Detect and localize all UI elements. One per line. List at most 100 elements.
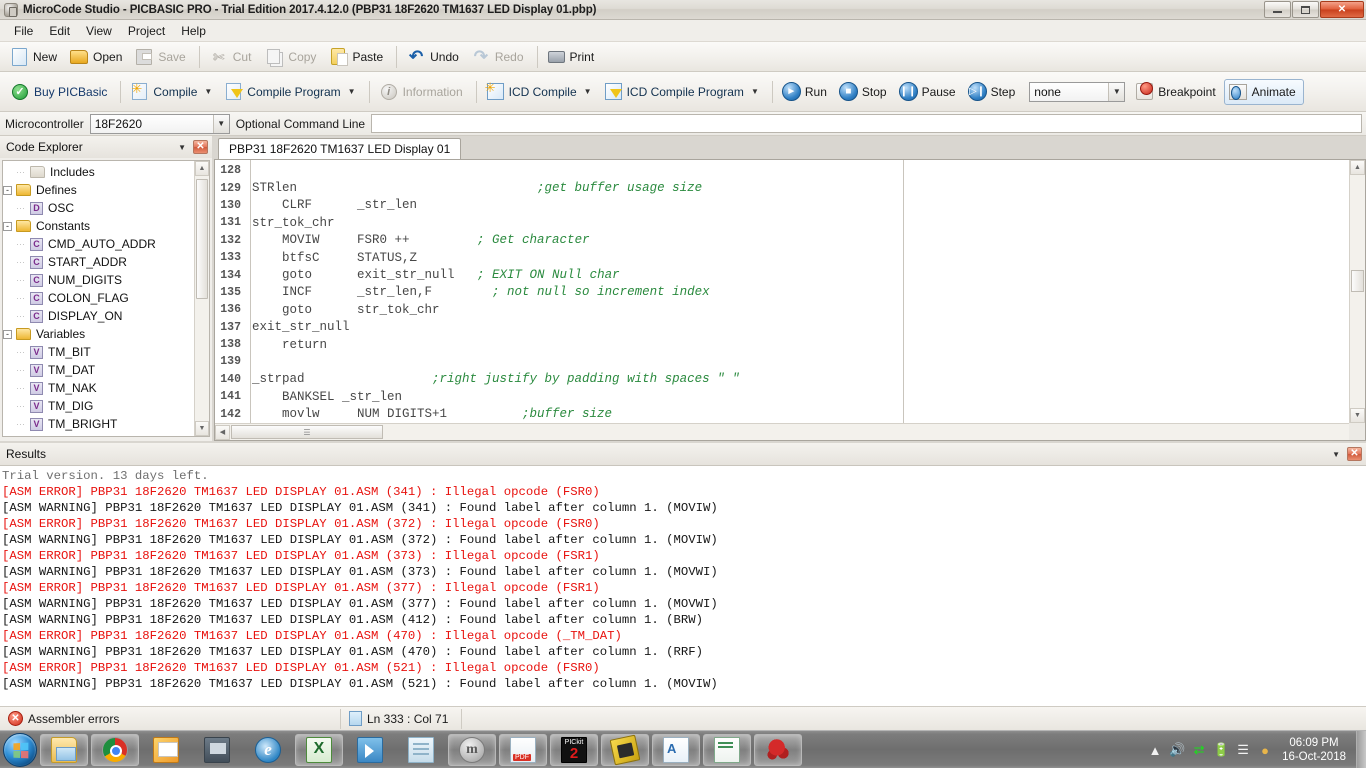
- compile-button[interactable]: Compile ▼: [126, 79, 220, 105]
- copy-button[interactable]: Copy: [259, 44, 324, 70]
- maximize-button[interactable]: [1292, 1, 1319, 18]
- taskbar-item-file-manager[interactable]: [703, 734, 751, 766]
- scrollbar-thumb[interactable]: [1351, 270, 1364, 292]
- tree-item[interactable]: -Defines: [3, 181, 193, 199]
- network-icon[interactable]: ⇄: [1188, 731, 1210, 768]
- tree-item[interactable]: ···CNUM_DIGITS: [3, 271, 193, 289]
- icd-compile-button[interactable]: ICD Compile ▼: [482, 79, 600, 105]
- undo-button[interactable]: ↶ Undo: [402, 44, 467, 70]
- taskbar-item-notepad[interactable]: [397, 734, 445, 766]
- tree-expander[interactable]: -: [3, 186, 12, 195]
- chevron-down-icon[interactable]: ▼: [213, 115, 229, 133]
- scroll-left-arrow-icon[interactable]: ◀: [215, 425, 230, 440]
- step-button[interactable]: ▷❙ Step: [964, 79, 1024, 105]
- menu-item-help[interactable]: Help: [173, 22, 214, 40]
- breakpoint-button[interactable]: Breakpoint: [1131, 79, 1223, 105]
- panel-menu-icon[interactable]: ▼: [178, 143, 186, 152]
- step-mode-select[interactable]: none ▼: [1029, 82, 1125, 102]
- results-output[interactable]: Trial version. 13 days left.[ASM ERROR] …: [0, 465, 1366, 706]
- print-button[interactable]: Print: [543, 44, 603, 70]
- tree-item[interactable]: ···VTM_DIG: [3, 397, 193, 415]
- run-button[interactable]: ► Run: [778, 79, 835, 105]
- chevron-down-icon[interactable]: ▼: [204, 87, 212, 96]
- code-editor[interactable]: 128129STRlen ;get buffer usage size130 C…: [214, 159, 1366, 441]
- compile-program-button[interactable]: Compile Program ▼: [220, 79, 363, 105]
- save-button[interactable]: Save: [130, 44, 193, 70]
- taskbar-item-pdf-reader[interactable]: [499, 734, 547, 766]
- information-button[interactable]: i Information: [375, 79, 471, 105]
- scroll-up-arrow-icon[interactable]: ▲: [195, 161, 209, 176]
- new-button[interactable]: New: [6, 44, 65, 70]
- start-button[interactable]: [3, 733, 37, 767]
- taskbar-item-mikro-app[interactable]: m: [448, 734, 496, 766]
- scrollbar-thumb[interactable]: ☰: [231, 425, 383, 439]
- volume-icon[interactable]: 🔊: [1166, 731, 1188, 768]
- code-explorer-tree[interactable]: ···Includes-Defines···DOSC-Constants···C…: [2, 160, 210, 437]
- code-explorer-close-button[interactable]: ✕: [193, 140, 208, 154]
- open-button[interactable]: Open: [65, 44, 130, 70]
- menu-item-project[interactable]: Project: [120, 22, 173, 40]
- animate-button[interactable]: Animate: [1224, 79, 1304, 105]
- results-close-button[interactable]: ✕: [1347, 447, 1362, 461]
- icd-compile-program-button[interactable]: ICD Compile Program ▼: [600, 79, 767, 105]
- optional-command-line-input[interactable]: [371, 114, 1362, 133]
- code-explorer-scrollbar[interactable]: ▲ ▼: [194, 161, 209, 436]
- scrollbar-thumb[interactable]: [196, 179, 208, 299]
- cut-button[interactable]: ✄ Cut: [205, 44, 260, 70]
- tree-expander[interactable]: -: [3, 222, 12, 231]
- tree-item[interactable]: ···CCOLON_FLAG: [3, 289, 193, 307]
- menu-item-edit[interactable]: Edit: [41, 22, 78, 40]
- taskbar-item-chip-programmer[interactable]: [601, 734, 649, 766]
- redo-button[interactable]: ↷ Redo: [467, 44, 532, 70]
- tree-item[interactable]: ···VTM_BIT: [3, 343, 193, 361]
- tree-expander[interactable]: -: [3, 330, 12, 339]
- tree-item[interactable]: ···VTM_DAT: [3, 361, 193, 379]
- pause-button[interactable]: ❙❙ Pause: [895, 79, 964, 105]
- microcontroller-select[interactable]: 18F2620 ▼: [90, 114, 230, 134]
- sun-icon[interactable]: ●: [1254, 731, 1276, 768]
- taskbar-item-internet-explorer[interactable]: e: [244, 734, 292, 766]
- signal-icon[interactable]: ☰: [1232, 731, 1254, 768]
- tree-item[interactable]: -Constants: [3, 217, 193, 235]
- editor-tab[interactable]: PBP31 18F2620 TM1637 LED Display 01: [218, 138, 461, 159]
- tree-item[interactable]: -Variables: [3, 325, 193, 343]
- menu-item-view[interactable]: View: [78, 22, 120, 40]
- tree-item[interactable]: ···CCMD_AUTO_ADDR: [3, 235, 193, 253]
- taskbar-item-photo-gallery[interactable]: [142, 734, 190, 766]
- tree-item[interactable]: ···VTM_NAK: [3, 379, 193, 397]
- chevron-down-icon[interactable]: ▼: [348, 87, 356, 96]
- taskbar-item-microsoft-excel[interactable]: [295, 734, 343, 766]
- menu-item-file[interactable]: File: [6, 22, 41, 40]
- editor-vertical-scrollbar[interactable]: ▲ ▼: [1349, 160, 1365, 423]
- show-hidden-icons-icon[interactable]: ▲: [1144, 731, 1166, 768]
- power-icon[interactable]: 🔋: [1210, 731, 1232, 768]
- code-viewport[interactable]: 128129STRlen ;get buffer usage size130 C…: [215, 160, 1349, 423]
- minimize-button[interactable]: [1264, 1, 1291, 18]
- chevron-down-icon[interactable]: ▼: [584, 87, 592, 96]
- taskbar-item-media-player[interactable]: [346, 734, 394, 766]
- scroll-up-arrow-icon[interactable]: ▲: [1350, 160, 1365, 175]
- panel-menu-icon[interactable]: ▼: [1332, 450, 1340, 459]
- taskbar-item-paint-app[interactable]: [754, 734, 802, 766]
- paste-button[interactable]: Paste: [324, 44, 391, 70]
- taskbar-item-windows-explorer[interactable]: [40, 734, 88, 766]
- close-button[interactable]: ✕: [1320, 1, 1364, 18]
- tree-item[interactable]: ···Includes: [3, 163, 193, 181]
- show-desktop-button[interactable]: [1356, 731, 1366, 768]
- scroll-down-arrow-icon[interactable]: ▼: [1350, 408, 1365, 423]
- taskbar-item-pickit2[interactable]: [550, 734, 598, 766]
- tree-item[interactable]: ···CSTART_ADDR: [3, 253, 193, 271]
- stop-button[interactable]: ■ Stop: [835, 79, 895, 105]
- chevron-down-icon[interactable]: ▼: [1108, 83, 1124, 101]
- editor-horizontal-scrollbar[interactable]: ◀ ☰: [215, 423, 1349, 440]
- taskbar-item-google-chrome[interactable]: [91, 734, 139, 766]
- taskbar-item-word-processor[interactable]: [652, 734, 700, 766]
- clock[interactable]: 06:09 PM 16-Oct-2018: [1276, 736, 1356, 764]
- taskbar-item-device-manager[interactable]: [193, 734, 241, 766]
- buy-picbasic-button[interactable]: ✓ Buy PICBasic: [6, 79, 115, 105]
- chevron-down-icon[interactable]: ▼: [751, 87, 759, 96]
- tree-item[interactable]: ···CDISPLAY_ON: [3, 307, 193, 325]
- tree-item[interactable]: ···DOSC: [3, 199, 193, 217]
- scroll-down-arrow-icon[interactable]: ▼: [195, 421, 209, 436]
- tree-item[interactable]: ···VTM_BRIGHT: [3, 415, 193, 433]
